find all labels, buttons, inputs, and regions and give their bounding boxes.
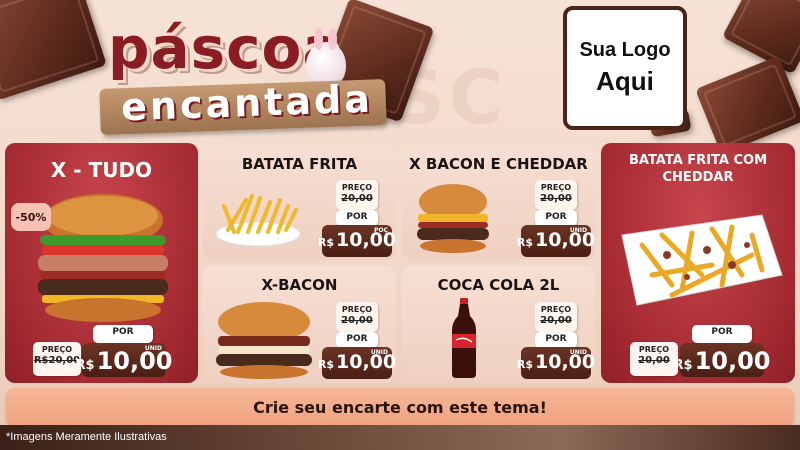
- product-name: COCA COLA 2L: [437, 276, 560, 294]
- price: 10,00: [694, 347, 771, 375]
- currency: R$: [516, 236, 534, 249]
- unit: UNID: [569, 227, 587, 234]
- burger-icon: [417, 184, 489, 253]
- disclaimer-text: *Imagens Meramente Ilustrativas: [6, 431, 167, 443]
- preco-label: PREÇO: [41, 345, 73, 354]
- por-label: POR: [545, 212, 567, 222]
- promo-banner[interactable]: Crie seu encarte com este tema!: [6, 388, 794, 426]
- por-label: POR: [711, 327, 733, 337]
- currency: R$: [317, 236, 335, 249]
- price-tag: R$ 10,00 UNID: [318, 347, 396, 379]
- preco-label: PREÇO: [341, 305, 373, 314]
- por-tag: POR: [336, 210, 378, 226]
- product-name: X BACON E CHEDDAR: [409, 155, 588, 173]
- por-tag: POR: [336, 332, 378, 348]
- por-label: POR: [112, 327, 134, 337]
- preco-label: PREÇO: [638, 345, 670, 354]
- product-name: BATATA FRITA COM CHEDDAR: [628, 153, 768, 185]
- fries-icon: [215, 194, 301, 247]
- old-price-tag: PREÇO R$20,00: [33, 342, 81, 376]
- por-tag: POR: [535, 332, 577, 348]
- currency: R$: [75, 358, 95, 373]
- old-price-tag: PREÇO 20,00: [535, 180, 577, 210]
- unit: UNID: [370, 349, 388, 356]
- unit: UNID: [569, 349, 587, 356]
- campaign-subtitle: encantada: [120, 76, 374, 130]
- soda-bottle-icon: [452, 298, 476, 378]
- old-price: R$20,00: [33, 355, 81, 366]
- product-name: BATATA FRITA: [241, 155, 358, 173]
- currency: R$: [317, 358, 335, 371]
- preco-label: PREÇO: [540, 183, 572, 192]
- discount-badge: -50%: [11, 203, 51, 231]
- por-tag: POR: [535, 210, 577, 226]
- preco-label: PREÇO: [540, 305, 572, 314]
- logo-text-line2: Aqui: [596, 66, 654, 96]
- preco-label: PREÇO: [341, 183, 373, 192]
- old-price: 20,00: [341, 193, 373, 204]
- old-price-tag: PREÇO 20,00: [336, 302, 378, 332]
- price-tag: R$ 10,00 UNID: [76, 343, 173, 377]
- logo-placeholder[interactable]: Sua Logo Aqui: [563, 6, 687, 130]
- por-tag: POR: [93, 325, 153, 343]
- currency: R$: [673, 358, 693, 373]
- burger-icon: [216, 302, 312, 379]
- chocolate-decor: [0, 0, 107, 101]
- price-tag: R$ 10,00 POÇ: [318, 225, 396, 257]
- unit: UNID: [144, 345, 162, 352]
- por-tag: POR: [692, 325, 752, 343]
- por-label: POR: [545, 334, 567, 344]
- fries-cheddar-icon: [621, 214, 783, 306]
- price-tag: R$ 10,00 UNID: [517, 225, 595, 257]
- logo-text-line1: Sua Logo: [579, 39, 671, 61]
- por-label: POR: [346, 334, 368, 344]
- product-name: X-BACON: [261, 276, 338, 294]
- old-price: 20,00: [540, 193, 572, 204]
- old-price-tag: PREÇO 20,00: [336, 180, 378, 210]
- old-price: 20,00: [341, 315, 373, 326]
- price-tag: R$ 10,00: [674, 343, 771, 377]
- price-tag: R$ 10,00 UNID: [517, 347, 595, 379]
- chocolate-decor: [695, 55, 800, 155]
- unit: POÇ: [374, 227, 388, 234]
- product-name: X - TUDO: [50, 158, 153, 182]
- old-price: 20,00: [540, 315, 572, 326]
- old-price-tag: PREÇO 20,00: [630, 342, 678, 376]
- currency: R$: [516, 358, 534, 371]
- old-price-tag: PREÇO 20,00: [535, 302, 577, 332]
- old-price: 20,00: [638, 355, 670, 366]
- por-label: POR: [346, 212, 368, 222]
